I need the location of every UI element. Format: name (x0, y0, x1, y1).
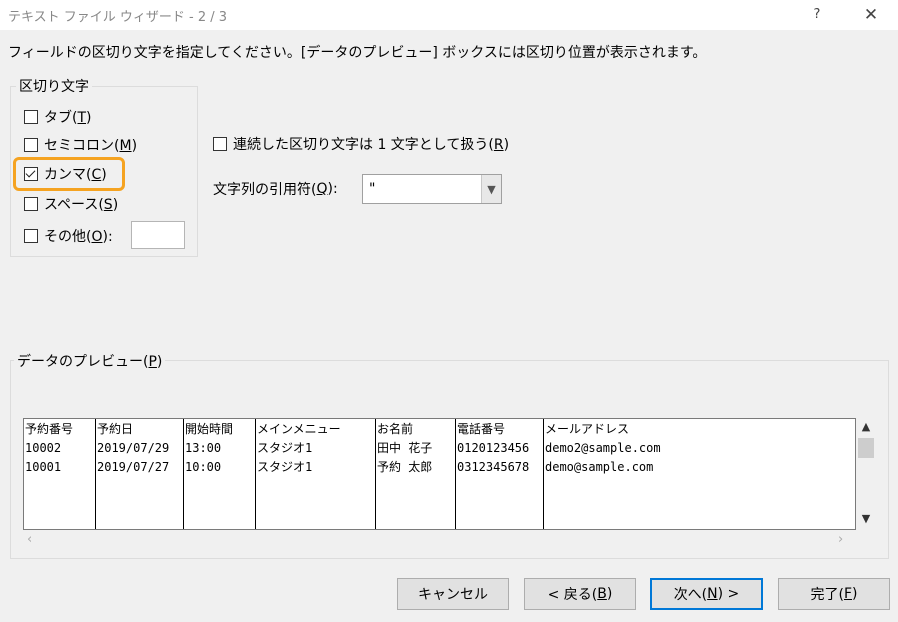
checkbox-label: カンマ(C) (44, 167, 107, 183)
table-cell: 0312345678 (457, 460, 530, 474)
checkbox-semicolon[interactable]: セミコロン(M) (24, 135, 137, 155)
title-bar: テキスト ファイル ウィザード - 2 / 3 ? ✕ (0, 0, 898, 30)
help-icon: ? (813, 7, 821, 22)
preview-column: お名前 田中 花子 予約 太郎 (376, 419, 456, 529)
column-header: お名前 (377, 422, 414, 436)
preview-column: 予約番号 10002 10001 (24, 419, 96, 529)
column-header: 予約番号 (25, 422, 74, 436)
checkbox-tab[interactable]: タブ(T) (24, 107, 92, 127)
horizontal-scrollbar[interactable]: ‹ › (23, 531, 856, 551)
checkbox-label: その他(O): (44, 229, 113, 245)
back-button[interactable]: < 戻る(B) (524, 578, 636, 610)
data-preview[interactable]: 予約番号 10002 10001 予約日 2019/07/29 2019/07/… (23, 418, 856, 530)
close-icon: ✕ (863, 5, 879, 25)
checkbox-box[interactable] (24, 197, 38, 211)
table-cell: 10:00 (185, 460, 222, 474)
table-cell: 田中 花子 (377, 441, 433, 455)
table-cell: demo2@sample.com (545, 441, 661, 455)
help-button[interactable]: ? (794, 0, 840, 30)
checkbox-label: スペース(S) (44, 197, 119, 213)
checkbox-other[interactable]: その他(O): (24, 226, 113, 246)
preview-column: メールアドレス demo2@sample.com demo@sample.com (544, 419, 855, 529)
checkbox-box[interactable] (24, 167, 38, 181)
preview-column: メインメニュー スタジオ1 スタジオ1 (256, 419, 376, 529)
checkbox-box[interactable] (24, 229, 38, 243)
finish-button[interactable]: 完了(F) (778, 578, 890, 610)
other-delimiter-input[interactable] (131, 221, 185, 249)
preview-column: 電話番号 0120123456 0312345678 (456, 419, 544, 529)
scrollbar-thumb[interactable] (858, 438, 874, 458)
table-cell: 13:00 (185, 441, 222, 455)
checkbox-space[interactable]: スペース(S) (24, 194, 118, 214)
close-button[interactable]: ✕ (848, 0, 894, 30)
instruction-text: フィールドの区切り文字を指定してください。[データのプレビュー] ボックスには区… (8, 45, 707, 61)
delimiters-group-label: 区切り文字 (16, 76, 92, 96)
preview-column: 開始時間 13:00 10:00 (184, 419, 256, 529)
table-cell: demo@sample.com (545, 460, 654, 474)
checkbox-consecutive[interactable]: 連続した区切り文字は 1 文字として扱う(R) (213, 134, 509, 154)
checkbox-comma[interactable]: カンマ(C) (24, 164, 107, 184)
preview-group-label: データのプレビュー(P) (14, 351, 166, 371)
table-cell: 2019/07/27 (97, 460, 170, 474)
text-qualifier-value: " (369, 181, 376, 197)
chevron-up-icon[interactable]: ▲ (856, 420, 876, 433)
table-cell: 10001 (25, 460, 62, 474)
table-cell: スタジオ1 (257, 460, 313, 474)
column-header: 電話番号 (457, 422, 506, 436)
text-qualifier-select[interactable]: " ▼ (362, 174, 502, 204)
column-header: 予約日 (97, 422, 134, 436)
window-title: テキスト ファイル ウィザード - 2 / 3 (8, 10, 228, 25)
column-header: メインメニュー (257, 422, 341, 436)
column-header: メールアドレス (545, 422, 630, 436)
chevron-right-icon[interactable]: › (838, 532, 843, 547)
checkbox-label: 連続した区切り文字は 1 文字として扱う(R) (233, 137, 510, 153)
preview-column: 予約日 2019/07/29 2019/07/27 (96, 419, 184, 529)
checkbox-box[interactable] (24, 110, 38, 124)
checkbox-label: セミコロン(M) (44, 138, 138, 154)
column-header: 開始時間 (185, 422, 234, 436)
table-cell: 2019/07/29 (97, 441, 170, 455)
table-cell: スタジオ1 (257, 441, 313, 455)
cancel-button[interactable]: キャンセル (397, 578, 509, 610)
table-cell: 10002 (25, 441, 62, 455)
vertical-scrollbar[interactable]: ▲ ▼ (856, 418, 876, 530)
table-cell: 0120123456 (457, 441, 530, 455)
checkbox-label: タブ(T) (44, 110, 92, 126)
text-qualifier-label: 文字列の引用符(Q): (213, 181, 338, 198)
chevron-down-icon[interactable]: ▼ (481, 175, 501, 203)
table-cell: 予約 太郎 (377, 460, 433, 474)
next-button[interactable]: 次へ(N) > (650, 578, 763, 610)
checkbox-box[interactable] (213, 137, 227, 151)
chevron-left-icon[interactable]: ‹ (27, 532, 32, 547)
chevron-down-icon[interactable]: ▼ (856, 512, 876, 525)
checkbox-box[interactable] (24, 138, 38, 152)
